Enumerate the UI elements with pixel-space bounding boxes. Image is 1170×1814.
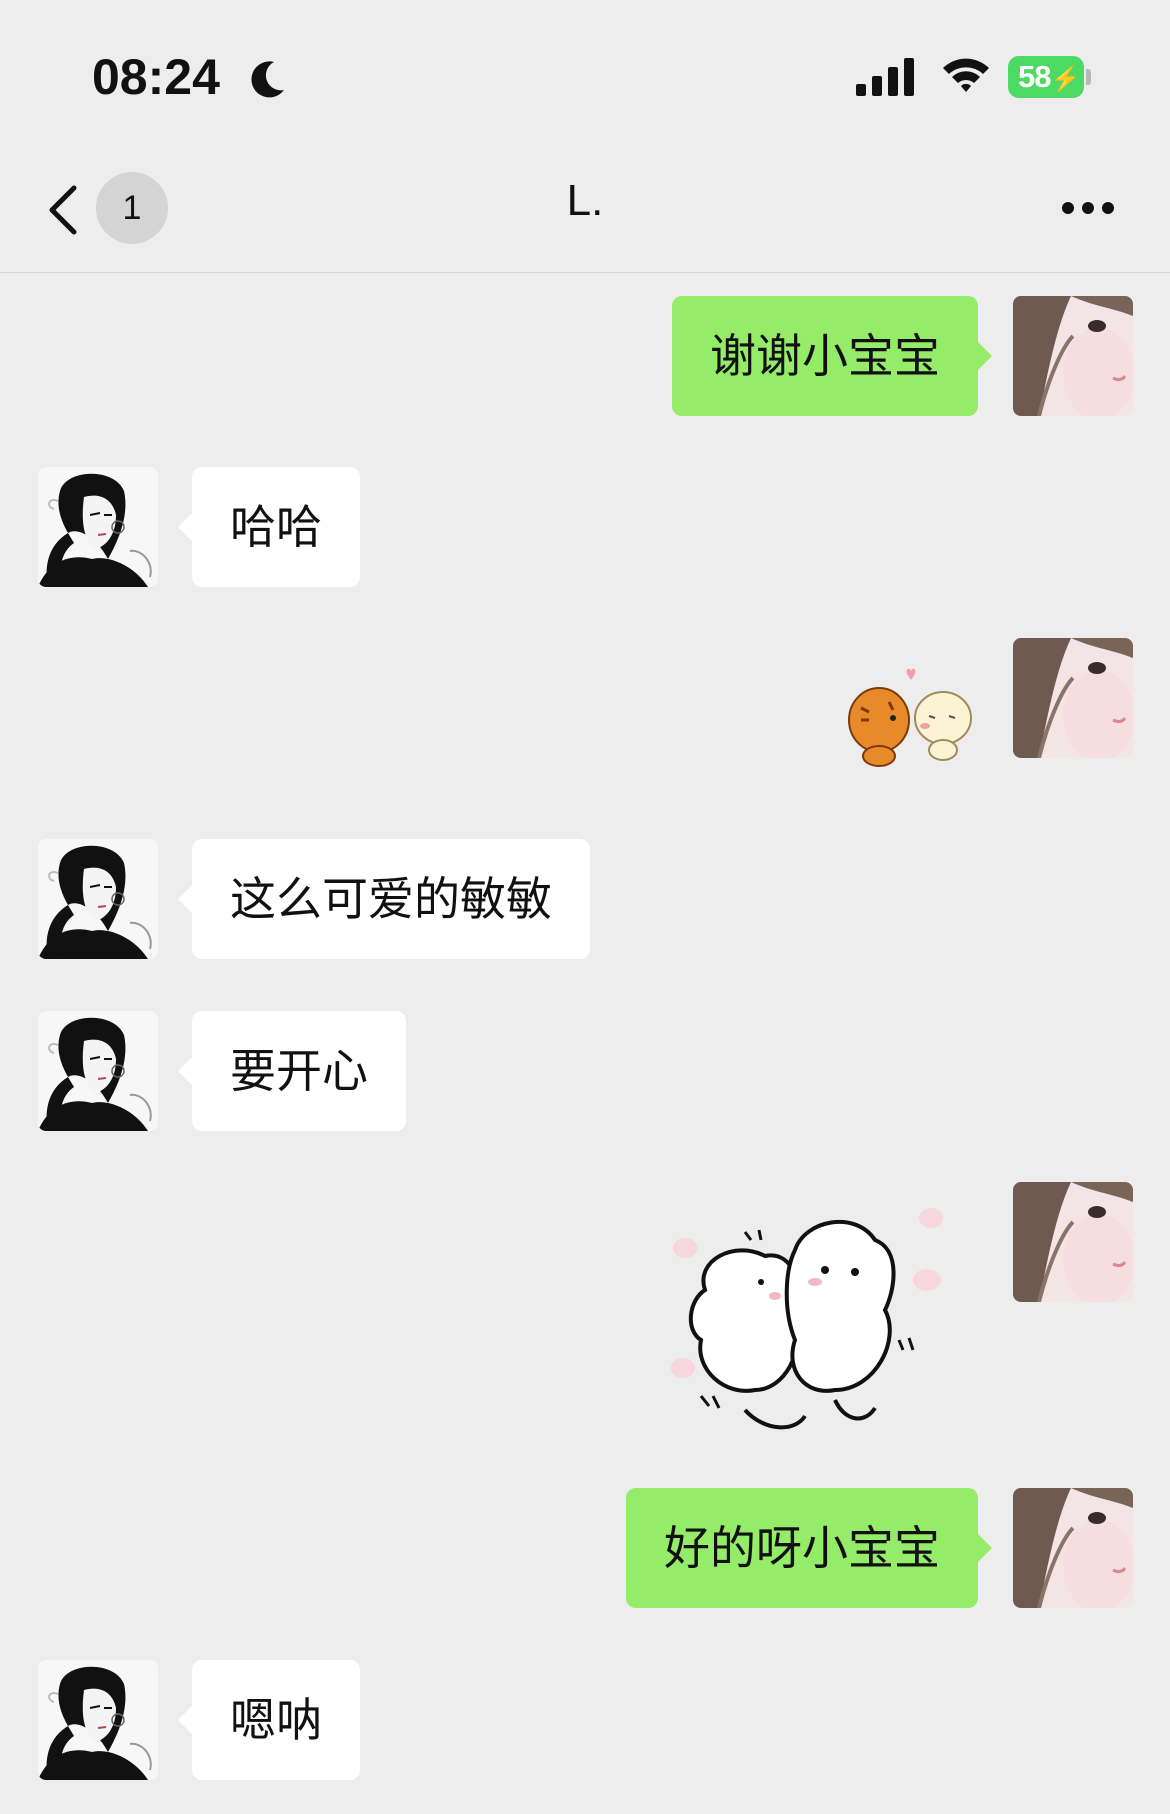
wifi-icon — [943, 58, 989, 92]
incoming-message-bubble[interactable]: 这么可爱的敏敏 — [178, 839, 590, 959]
cellular-signal-icon — [856, 58, 914, 96]
tiger-and-cat-kiss-sticker[interactable] — [845, 668, 983, 768]
two-bears-hug-sticker[interactable] — [665, 1200, 985, 1440]
my-avatar[interactable] — [1013, 1182, 1133, 1302]
battery-indicator: 58⚡ — [1008, 56, 1084, 98]
incoming-message-bubble[interactable]: 要开心 — [178, 1011, 406, 1131]
outgoing-message-bubble[interactable]: 谢谢小宝宝 — [672, 296, 992, 416]
my-avatar[interactable] — [1013, 296, 1133, 416]
contact-avatar[interactable] — [38, 1660, 158, 1780]
my-avatar[interactable] — [1013, 1488, 1133, 1608]
outgoing-message-bubble[interactable]: 好的呀小宝宝 — [626, 1488, 992, 1608]
chat-title: L. — [566, 176, 604, 225]
chat-header: 1 L. — [0, 150, 1170, 273]
incoming-message-bubble[interactable]: 哈哈 — [178, 467, 360, 587]
contact-avatar[interactable] — [38, 839, 158, 959]
moon-icon — [251, 61, 284, 98]
contact-avatar[interactable] — [38, 467, 158, 587]
unread-count-badge[interactable]: 1 — [96, 172, 168, 244]
status-bar: 08:24 58⚡ — [0, 0, 1170, 150]
contact-avatar[interactable] — [38, 1011, 158, 1131]
battery-level: 58 — [1018, 59, 1051, 94]
status-time: 08:24 — [92, 49, 220, 105]
back-chevron-icon[interactable] — [44, 180, 84, 240]
more-options-icon[interactable] — [1060, 200, 1116, 216]
charging-bolt-icon: ⚡ — [1050, 66, 1080, 93]
battery-cap — [1086, 69, 1091, 85]
incoming-message-bubble[interactable]: 嗯呐 — [178, 1660, 360, 1780]
my-avatar[interactable] — [1013, 638, 1133, 758]
